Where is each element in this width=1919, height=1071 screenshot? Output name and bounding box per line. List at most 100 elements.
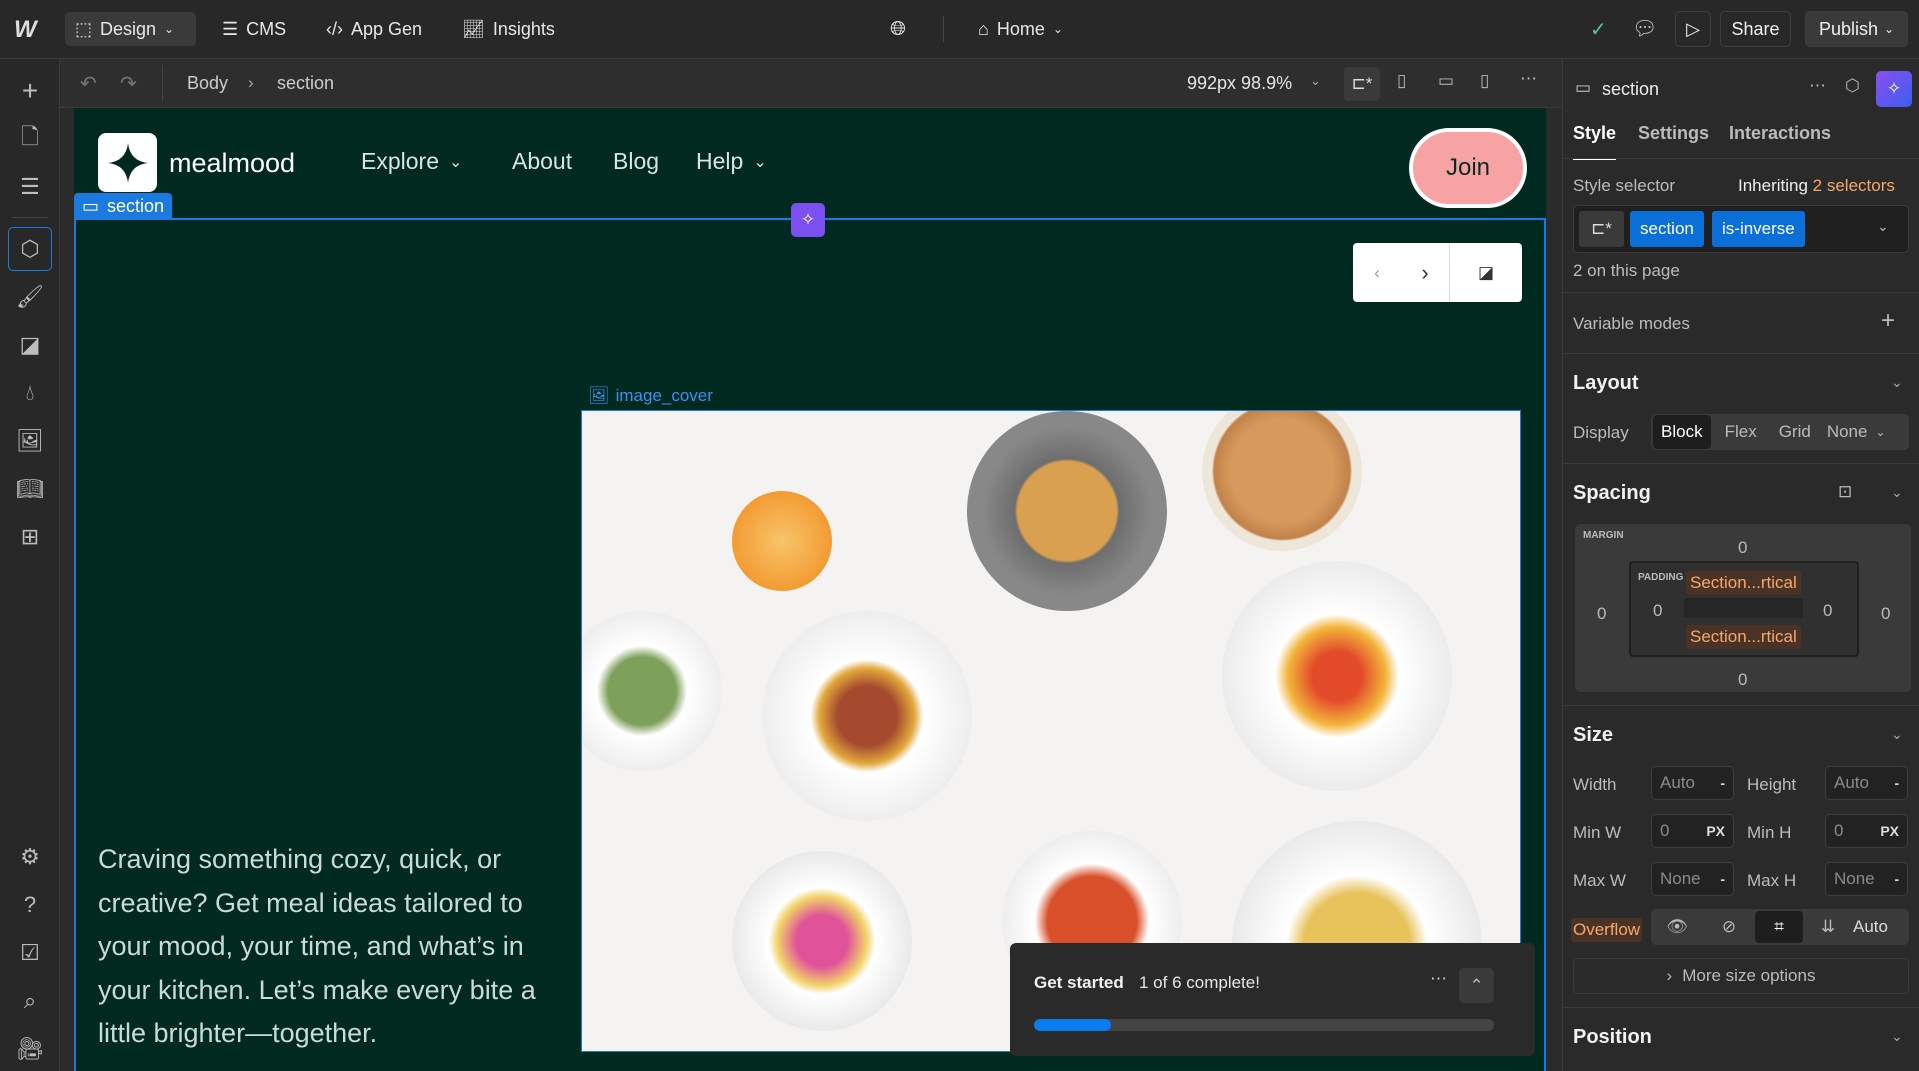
add-icon[interactable]: + (14, 75, 46, 107)
audit-icon[interactable]: ☑ (14, 937, 46, 969)
design-mode-button[interactable]: ⬚ Design ⌄ (65, 12, 196, 46)
undo-icon[interactable]: ↶ (80, 71, 97, 96)
ai-assistant-button[interactable]: ✧ (1876, 71, 1912, 107)
selector-count: 2 on this page (1573, 261, 1680, 280)
overflow-clip-icon[interactable]: ⌗ (1755, 911, 1803, 943)
inheriting-selectors-link[interactable]: 2 selectors (1813, 176, 1895, 195)
webflow-logo[interactable]: W (14, 16, 37, 44)
margin-top[interactable]: 0 (1738, 538, 1747, 558)
breadcrumb-body[interactable]: Body (187, 73, 228, 94)
pages-icon[interactable]: 🗋 (14, 123, 46, 155)
more-size-options-button[interactable]: › More size options (1573, 958, 1909, 994)
max-width-input[interactable]: None - (1651, 862, 1734, 896)
library-icon[interactable]: 📖︎ (14, 473, 46, 505)
height-input[interactable]: Auto - (1825, 766, 1908, 800)
padding-top[interactable]: Section...rtical (1686, 571, 1801, 595)
chevron-down-icon[interactable]: ⌄ (1891, 1028, 1903, 1045)
color-swatches-icon[interactable]: 💧︎ (14, 377, 46, 409)
section-label[interactable]: ▭ section (74, 193, 173, 219)
divider (1563, 705, 1919, 706)
insights-button[interactable]: 📈︎ Insights (452, 12, 565, 46)
display-none[interactable]: None (1819, 422, 1876, 442)
nav-explore[interactable]: Explore ⌄ (361, 148, 462, 175)
chevron-down-icon[interactable]: ⌄ (1891, 484, 1903, 501)
apps-icon[interactable]: ⊞ (14, 521, 46, 553)
display-block[interactable]: Block (1653, 415, 1711, 449)
more-icon[interactable]: ⋯ (1520, 69, 1537, 89)
chevron-down-icon[interactable]: ⌄ (1310, 73, 1321, 89)
brand-logo[interactable] (98, 133, 157, 192)
overflow-scroll-icon[interactable]: ⇊ (1803, 917, 1853, 937)
breakpoint-desktop-icon[interactable]: ⊏* (1344, 67, 1380, 101)
spacing-heading[interactable]: Spacing (1573, 482, 1651, 505)
padding-right[interactable]: 0 (1823, 601, 1832, 621)
margin-bottom[interactable]: 0 (1738, 670, 1747, 690)
chevron-right-icon[interactable]: › (1401, 260, 1449, 286)
app-gen-button[interactable]: ‹/› App Gen (316, 12, 432, 46)
overflow-visible-icon[interactable]: 👁︎ (1651, 917, 1703, 937)
nav-blog[interactable]: Blog (613, 148, 659, 175)
selector-tag-is-inverse[interactable]: is-inverse (1712, 211, 1805, 247)
display-flex[interactable]: Flex (1711, 422, 1771, 442)
publish-button[interactable]: Publish ⌄ (1805, 11, 1908, 47)
navigator-icon[interactable]: ☰ (14, 171, 46, 203)
nav-help[interactable]: Help ⌄ (696, 148, 767, 175)
tab-interactions[interactable]: Interactions (1729, 123, 1831, 144)
breakpoint-mobile-icon[interactable]: ▯ (1480, 71, 1489, 91)
comments-icon[interactable]: 💬︎ (1632, 16, 1657, 41)
search-icon[interactable]: ⌕ (14, 985, 46, 1017)
viewport-size[interactable]: 992px 98.9% (1187, 73, 1292, 94)
video-icon[interactable]: 🎥︎ (14, 1033, 46, 1065)
collapse-button[interactable]: ⌃ (1459, 968, 1494, 1003)
chevron-left-icon[interactable]: ‹ (1353, 263, 1401, 283)
size-heading[interactable]: Size (1573, 724, 1613, 747)
breakpoint-tablet-icon[interactable]: ▯ (1397, 71, 1406, 91)
style-manager-icon[interactable]: 🖌︎ (14, 281, 46, 313)
overflow-auto[interactable]: Auto (1853, 917, 1888, 937)
image-label[interactable]: 🖼︎ image_cover (588, 386, 713, 406)
padding-left[interactable]: 0 (1653, 601, 1662, 621)
display-grid[interactable]: Grid (1771, 422, 1819, 442)
assets-icon[interactable]: 🖼︎ (14, 425, 46, 457)
globe-icon[interactable]: 🌐︎ (880, 12, 916, 46)
min-height-input[interactable]: 0 PX (1825, 814, 1908, 848)
overflow-hidden-icon[interactable]: ⊘ (1703, 917, 1755, 937)
variables-icon[interactable]: ◪ (14, 329, 46, 361)
preview-button[interactable]: ▷ (1675, 11, 1711, 47)
spacing-preset-icon[interactable]: ⊡ (1838, 482, 1852, 502)
min-width-input[interactable]: 0 PX (1651, 814, 1734, 848)
join-button[interactable]: Join (1409, 128, 1527, 208)
nav-about[interactable]: About (512, 148, 572, 175)
share-button[interactable]: Share (1720, 11, 1791, 47)
tab-settings[interactable]: Settings (1638, 123, 1709, 144)
more-icon[interactable]: ⋯ (1809, 76, 1826, 96)
more-icon[interactable]: ⋯ (1430, 969, 1447, 989)
get-started-status: 1 of 6 complete! (1139, 973, 1260, 992)
chevron-down-icon[interactable]: ⌄ (1877, 218, 1889, 235)
add-variable-mode-icon[interactable]: + (1881, 307, 1895, 335)
page-selector[interactable]: ⌂ Home ⌄ (968, 12, 1073, 46)
ai-assistant-button[interactable]: ✧ (791, 203, 825, 237)
create-component-icon[interactable]: ⬡ (1845, 76, 1860, 96)
width-input[interactable]: Auto - (1651, 766, 1734, 800)
selector-tag-section[interactable]: section (1630, 211, 1704, 247)
layout-heading[interactable]: Layout (1573, 372, 1639, 395)
breakpoint-landscape-icon[interactable]: ▭ (1438, 71, 1454, 91)
settings-icon[interactable]: ⚙︎ (14, 841, 46, 873)
redo-icon[interactable]: ↷ (120, 71, 137, 96)
tab-style[interactable]: Style (1573, 123, 1617, 160)
chevron-down-icon[interactable]: ⌄ (1875, 425, 1885, 439)
chevron-down-icon[interactable]: ⌄ (1891, 726, 1903, 743)
help-icon[interactable]: ? (14, 889, 46, 921)
breadcrumb-section[interactable]: section (277, 73, 334, 94)
component-settings-icon[interactable]: ◪ (1449, 243, 1522, 302)
margin-left[interactable]: 0 (1597, 604, 1606, 624)
position-heading[interactable]: Position (1573, 1026, 1652, 1049)
selector-field[interactable]: ⊏* section is-inverse ⌄ (1573, 205, 1909, 253)
margin-right[interactable]: 0 (1881, 604, 1890, 624)
max-height-input[interactable]: None - (1825, 862, 1908, 896)
components-icon[interactable]: ⬡ (8, 227, 52, 271)
chevron-down-icon[interactable]: ⌄ (1891, 374, 1903, 391)
padding-bottom[interactable]: Section...rtical (1686, 625, 1801, 649)
cms-button[interactable]: ☰ CMS (212, 12, 296, 46)
